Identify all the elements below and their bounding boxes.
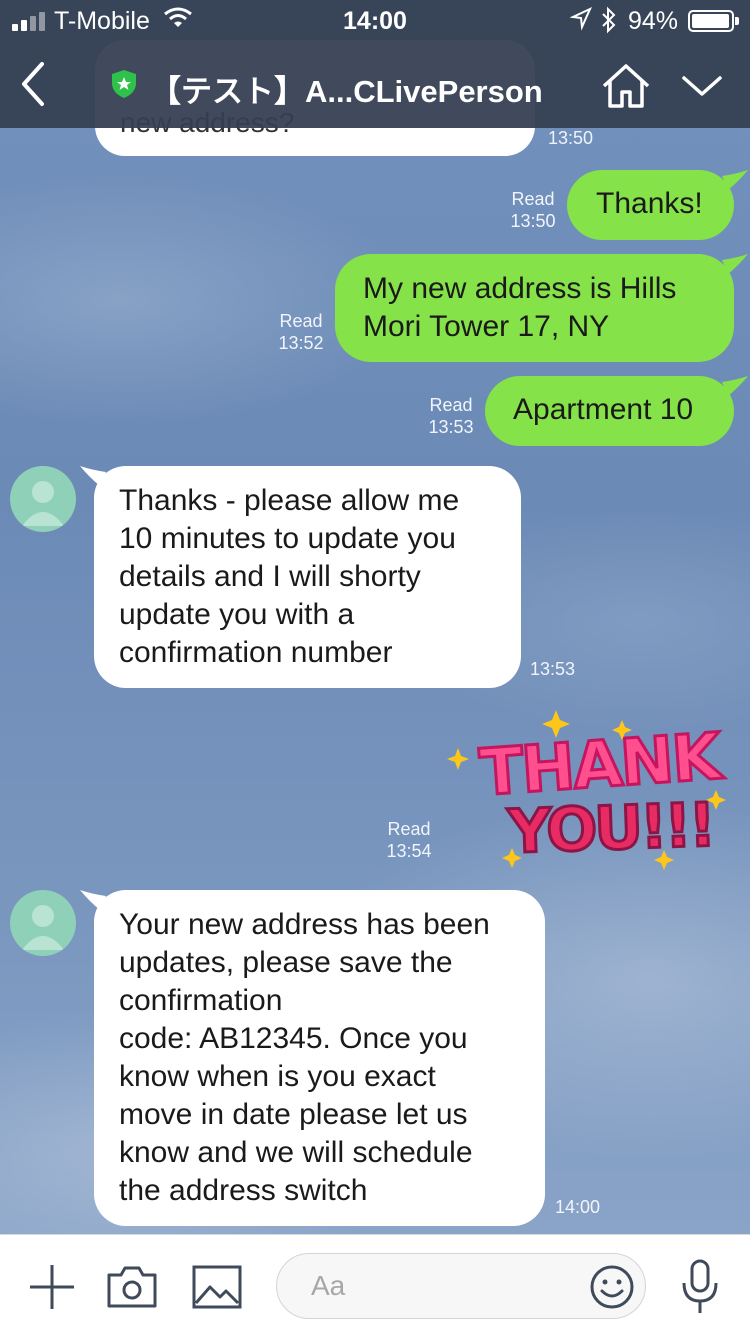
bubble-tail	[722, 254, 748, 274]
message-line: 10 minutes to update you	[119, 522, 456, 555]
status-bar: T-Mobile 14:00 94%	[0, 0, 750, 40]
home-button[interactable]	[600, 62, 652, 110]
message-input-placeholder: Aa	[311, 1270, 346, 1301]
read-status: Read	[429, 395, 473, 415]
read-status: Read	[511, 189, 555, 209]
person-icon	[22, 905, 64, 950]
image-button[interactable]	[192, 1265, 242, 1309]
message-line: know and we will schedule	[119, 1136, 473, 1169]
read-receipt: Read 13:53	[418, 394, 484, 438]
battery-icon	[688, 10, 739, 32]
message-text: Thanks!	[596, 187, 703, 220]
message-time: 13:53	[530, 659, 576, 679]
chevron-down-button[interactable]	[680, 70, 724, 102]
message-bubble-incoming[interactable]: Thanks - please allow me 10 minutes to u…	[94, 466, 521, 688]
message-time: 13:53	[428, 417, 474, 437]
message-line: confirmation	[119, 984, 283, 1017]
message-line: updates, please save the	[119, 946, 453, 979]
message-line: move in date please let us	[119, 1098, 468, 1131]
back-button[interactable]	[14, 58, 54, 110]
message-bubble-outgoing[interactable]: Apartment 10	[485, 376, 734, 446]
message-time: 13:50	[548, 128, 594, 148]
message-bubble-outgoing[interactable]: My new address is Hills Mori Tower 17, N…	[335, 254, 734, 362]
message-line: Mori Tower 17, NY	[363, 310, 610, 343]
avatar[interactable]	[10, 890, 76, 956]
message-line: Thanks - please allow me	[119, 484, 460, 517]
message-composer: Aa	[0, 1234, 750, 1334]
navigation-header: T-Mobile 14:00 94% 【テスト】A...CLivePerson	[0, 0, 750, 128]
message-text: Apartment 10	[513, 393, 694, 426]
read-receipt: Read 13:52	[268, 310, 334, 354]
bubble-tail	[722, 170, 748, 190]
read-receipt: Read 13:50	[500, 188, 566, 232]
message-line: the address switch	[119, 1174, 368, 1207]
message-time: 13:54	[386, 841, 432, 861]
message-line: code: AB12345. Once you	[119, 1022, 468, 1055]
message-line: My new address is Hills	[363, 272, 677, 305]
plus-button[interactable]	[28, 1263, 76, 1311]
message-bubble-outgoing[interactable]: Thanks!	[567, 170, 734, 240]
location-icon	[570, 6, 592, 31]
message-line: details and I will shorty	[119, 560, 421, 593]
message-text: Thanks - please allow me 10 minutes to u…	[119, 482, 459, 672]
bluetooth-icon	[602, 6, 616, 34]
chat-title: 【テスト】A...CLivePerson	[150, 74, 543, 109]
microphone-button[interactable]	[680, 1259, 720, 1315]
camera-button[interactable]	[106, 1263, 158, 1309]
avatar[interactable]	[10, 466, 76, 532]
message-bubble-incoming[interactable]: Your new address has been updates, pleas…	[94, 890, 545, 1226]
thank-you-sticker[interactable]: THANK YOU!!!	[440, 710, 730, 870]
sticker-text-line-2: YOU!!!	[506, 790, 714, 867]
person-icon	[22, 481, 64, 526]
message-line: Your new address has been	[119, 908, 490, 941]
message-time: 13:52	[278, 333, 324, 353]
message-text: My new address is Hills Mori Tower 17, N…	[363, 270, 676, 346]
message-line: confirmation number	[119, 636, 393, 669]
message-line: know when is you exact	[119, 1060, 436, 1093]
read-status: Read	[279, 311, 323, 331]
battery-percent: 94%	[628, 7, 679, 35]
message-time: 13:50	[510, 211, 556, 231]
message-text: Your new address has been updates, pleas…	[119, 906, 490, 1210]
read-receipt: Read 13:54	[376, 818, 442, 862]
read-status: Read	[387, 819, 431, 839]
message-line: update you with a	[119, 598, 355, 631]
emoji-button[interactable]	[590, 1265, 634, 1309]
shield-icon	[112, 70, 136, 98]
bubble-tail	[722, 376, 748, 396]
message-time: 14:00	[555, 1197, 601, 1217]
